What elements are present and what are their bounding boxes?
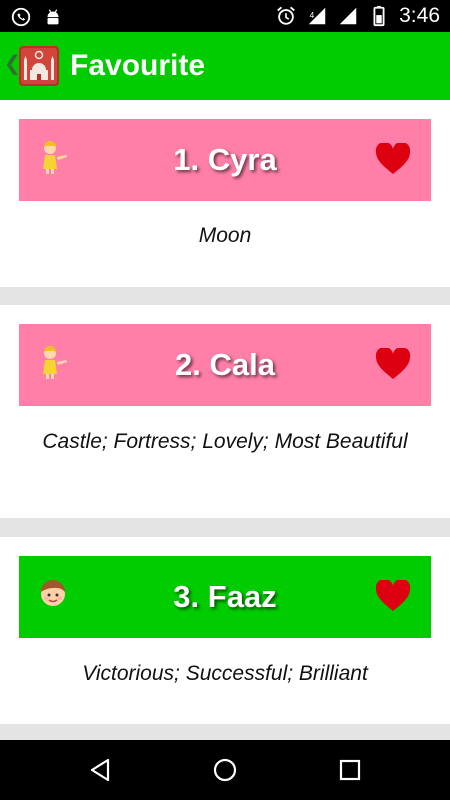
app-bar: ❮ Favourite [0, 32, 450, 100]
home-circle-icon[interactable] [209, 754, 241, 786]
signal-icon-2 [339, 7, 357, 25]
heart-icon[interactable] [375, 143, 411, 175]
status-time: 3:46 [399, 4, 440, 27]
navigation-bar [0, 740, 450, 800]
list-item[interactable]: 3. Faaz Victorious; Successful; Brillian… [0, 537, 450, 724]
status-bar: 4 3:46 [0, 0, 450, 32]
card-header[interactable]: 3. Faaz [19, 556, 431, 638]
recents-square-icon[interactable] [334, 754, 366, 786]
name-title: 3. Faaz [173, 579, 277, 614]
svg-text:4: 4 [310, 11, 315, 20]
whatsapp-icon [11, 7, 31, 27]
name-title: 1. Cyra [173, 142, 277, 177]
name-title: 2. Cala [175, 347, 275, 382]
back-triangle-icon[interactable] [84, 754, 116, 786]
page-title: Favourite [70, 49, 206, 82]
heart-icon[interactable] [375, 348, 411, 380]
heart-icon[interactable] [375, 580, 411, 612]
name-meaning: Victorious; Successful; Brilliant [82, 662, 368, 685]
list-item[interactable]: 1. Cyra Moon [0, 100, 450, 287]
android-icon [47, 9, 59, 25]
card-header[interactable]: 1. Cyra [19, 119, 431, 201]
card-header[interactable]: 2. Cala [19, 324, 431, 406]
battery-icon [373, 5, 385, 27]
mosque-logo-icon[interactable] [19, 46, 59, 86]
signal-icon: 4 [308, 7, 326, 25]
alarm-icon [277, 6, 295, 25]
name-meaning: Castle; Fortress; Lovely; Most Beautiful [42, 430, 408, 453]
name-meaning: Moon [198, 224, 252, 247]
list-item[interactable]: 2. Cala Castle; Fortress; Lovely; Most B… [0, 305, 450, 518]
